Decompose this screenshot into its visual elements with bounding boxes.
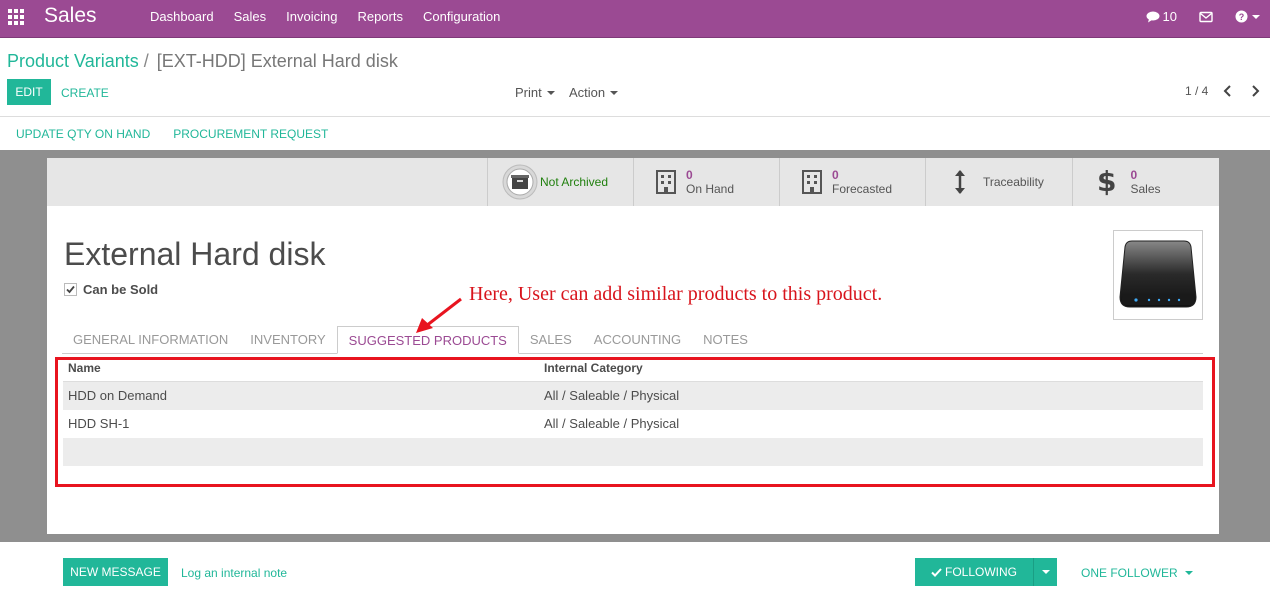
app-name: Sales	[44, 4, 97, 27]
chevron-right-icon[interactable]	[1250, 85, 1260, 97]
menu-item-configuration[interactable]: Configuration	[423, 9, 500, 24]
sales-button[interactable]: $ 0 Sales	[1072, 158, 1219, 206]
menu-item-sales[interactable]: Sales	[234, 9, 267, 24]
archive-toggle-button[interactable]: Not Archived	[487, 158, 634, 206]
forecasted-button[interactable]: 0 Forecasted	[779, 158, 926, 206]
help-menu[interactable]: ?	[1235, 10, 1260, 23]
traceability-button[interactable]: Traceability	[925, 158, 1072, 206]
tab-general-information[interactable]: GENERAL INFORMATION	[62, 326, 239, 354]
mail-icon[interactable]	[1199, 11, 1213, 23]
breadcrumb-separator: /	[143, 51, 149, 71]
procurement-request-button[interactable]: PROCUREMENT REQUEST	[173, 127, 328, 141]
new-message-button[interactable]: NEW MESSAGE	[63, 558, 168, 586]
followers-label: ONE FOLLOWER	[1081, 566, 1178, 580]
smart-button-box: Not Archived 0 On Hand 0 Forecasted Tracea…	[47, 158, 1219, 206]
sales-label: Sales	[1130, 181, 1161, 196]
archive-icon	[502, 164, 538, 200]
chevron-down-icon	[546, 91, 555, 95]
help-icon: ?	[1235, 10, 1248, 23]
chat-bubble-icon	[1146, 11, 1160, 22]
chevron-left-icon[interactable]	[1223, 85, 1233, 97]
chevron-down-icon	[1042, 570, 1050, 574]
tab-inventory[interactable]: INVENTORY	[239, 326, 336, 354]
edit-button[interactable]: EDIT	[7, 79, 51, 105]
annotation-arrow-icon	[416, 297, 462, 333]
tab-notes[interactable]: NOTES	[692, 326, 759, 354]
svg-text:?: ?	[1239, 12, 1245, 22]
chevron-down-icon	[1252, 14, 1260, 19]
following-button-group: FOLLOWING	[915, 558, 1057, 586]
messages-count: 10	[1162, 9, 1177, 24]
action-label: Action	[569, 85, 606, 100]
forecasted-label: Forecasted	[832, 181, 893, 196]
traceability-label: Traceability	[983, 175, 1044, 189]
sales-value: 0	[1130, 167, 1138, 182]
menu-item-reports[interactable]: Reports	[357, 9, 403, 24]
forecasted-value: 0	[832, 167, 839, 182]
print-dropdown[interactable]: Print	[515, 85, 555, 100]
product-image[interactable]	[1113, 230, 1203, 320]
notebook-tabs: GENERAL INFORMATION INVENTORY SUGGESTED …	[62, 326, 1203, 354]
update-qty-button[interactable]: UPDATE QTY ON HAND	[16, 127, 150, 141]
header-buttons: UPDATE QTY ON HAND PROCUREMENT REQUEST	[16, 127, 351, 141]
building-icon	[656, 170, 676, 194]
breadcrumb-current: [EXT-HDD] External Hard disk	[156, 51, 398, 71]
following-label: FOLLOWING	[944, 565, 1017, 579]
apps-menu-icon[interactable]	[8, 9, 24, 25]
messages-button[interactable]: 10	[1146, 9, 1177, 24]
chevron-down-icon	[1184, 571, 1193, 575]
tab-sales[interactable]: SALES	[519, 326, 583, 354]
archive-status: Not Archived	[540, 175, 609, 189]
chevron-down-icon	[610, 91, 619, 95]
breadcrumb-parent[interactable]: Product Variants	[7, 51, 139, 71]
following-button[interactable]: FOLLOWING	[915, 558, 1033, 586]
hard-disk-icon	[1119, 240, 1197, 308]
print-label: Print	[515, 85, 542, 100]
divider	[0, 116, 1270, 117]
menu-item-invoicing[interactable]: Invoicing	[286, 9, 337, 24]
create-button[interactable]: CREATE	[61, 86, 109, 100]
tab-accounting[interactable]: ACCOUNTING	[583, 326, 692, 354]
highlight-box	[55, 357, 1215, 487]
can-be-sold-label: Can be Sold	[83, 282, 159, 297]
pager-value: 1 / 4	[1185, 84, 1209, 98]
dollar-icon: $	[1097, 165, 1117, 198]
on-hand-value: 0	[686, 167, 693, 182]
can-be-sold-field: Can be Sold	[64, 282, 158, 297]
annotation-text: Here, User can add similar products to t…	[469, 283, 883, 305]
top-navbar: Sales Dashboard Sales Invoicing Reports …	[0, 0, 1270, 38]
vertical-arrows-icon	[955, 170, 965, 194]
breadcrumb: Product Variants / [EXT-HDD] External Hard…	[7, 51, 398, 72]
checkmark-icon	[931, 568, 942, 577]
action-dropdown[interactable]: Action	[569, 85, 619, 100]
following-dropdown-toggle[interactable]	[1033, 558, 1057, 586]
checkbox-checked-icon[interactable]	[64, 283, 77, 296]
building-icon	[802, 170, 822, 194]
followers-dropdown[interactable]: ONE FOLLOWER	[1081, 566, 1193, 580]
on-hand-label: On Hand	[686, 181, 735, 196]
on-hand-button[interactable]: 0 On Hand	[633, 158, 780, 206]
product-name: External Hard disk	[64, 236, 326, 272]
log-note-link[interactable]: Log an internal note	[181, 566, 287, 580]
menu-item-dashboard[interactable]: Dashboard	[150, 9, 214, 24]
main-menu: Dashboard Sales Invoicing Reports Config…	[150, 9, 520, 24]
